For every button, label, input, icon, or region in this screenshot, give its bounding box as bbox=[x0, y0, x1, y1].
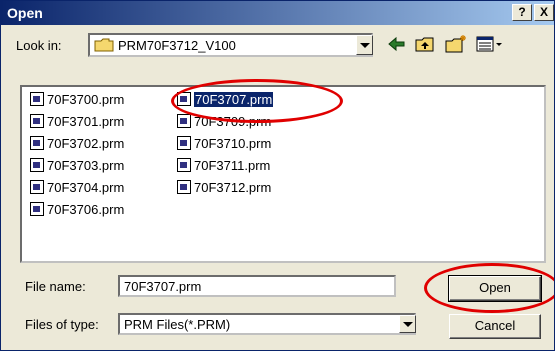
file-item[interactable]: 70F3711.prm bbox=[177, 157, 270, 175]
file-item[interactable]: 70F3706.prm bbox=[30, 201, 124, 219]
annotation-circle-open-button bbox=[424, 263, 554, 313]
filetype-combo[interactable]: PRM Files(*.PRM) bbox=[118, 313, 416, 335]
view-menu-icon[interactable] bbox=[475, 34, 503, 54]
file-item[interactable]: 70F3710.prm bbox=[177, 135, 271, 153]
filetype-dropdown-button[interactable] bbox=[399, 315, 416, 333]
file-item[interactable]: 70F3703.prm bbox=[30, 157, 124, 175]
prm-file-icon bbox=[177, 180, 191, 194]
prm-file-icon bbox=[177, 158, 191, 172]
prm-file-icon bbox=[30, 136, 44, 150]
file-item[interactable]: 70F3700.prm bbox=[30, 91, 124, 109]
prm-file-icon bbox=[177, 136, 191, 150]
help-button[interactable]: ? bbox=[512, 4, 532, 21]
file-item[interactable]: 70F3704.prm bbox=[30, 179, 124, 197]
prm-file-icon bbox=[30, 180, 44, 194]
up-folder-icon[interactable] bbox=[414, 34, 436, 54]
folder-icon bbox=[94, 38, 114, 52]
close-button[interactable]: X bbox=[534, 4, 554, 21]
lookin-dropdown-button[interactable] bbox=[356, 35, 373, 55]
file-item[interactable]: 70F3702.prm bbox=[30, 135, 124, 153]
file-item[interactable]: 70F3701.prm bbox=[30, 113, 124, 131]
filetype-label: Files of type: bbox=[25, 317, 99, 332]
lookin-label: Look in: bbox=[16, 38, 62, 53]
title-bar[interactable]: Open ? X bbox=[1, 1, 554, 25]
annotation-circle-selected-file bbox=[171, 79, 343, 123]
filename-label: File name: bbox=[25, 279, 86, 294]
prm-file-icon bbox=[30, 202, 44, 216]
open-dialog: Open ? X Look in: PRM70F3712_V100 70F370… bbox=[0, 0, 555, 351]
filetype-value: PRM Files(*.PRM) bbox=[124, 317, 231, 332]
lookin-value: PRM70F3712_V100 bbox=[118, 38, 236, 53]
file-item[interactable]: 70F3712.prm bbox=[177, 179, 271, 197]
back-arrow-icon[interactable] bbox=[386, 34, 408, 54]
chevron-down-icon bbox=[403, 322, 413, 327]
cancel-button[interactable]: Cancel bbox=[449, 314, 541, 339]
prm-file-icon bbox=[30, 92, 44, 106]
chevron-down-icon bbox=[360, 43, 370, 48]
new-folder-icon[interactable] bbox=[444, 34, 468, 54]
prm-file-icon bbox=[177, 114, 191, 128]
lookin-combo[interactable]: PRM70F3712_V100 bbox=[88, 33, 373, 57]
window-title: Open bbox=[7, 5, 43, 21]
prm-file-icon bbox=[30, 158, 44, 172]
filename-input[interactable]: 70F3707.prm bbox=[118, 275, 396, 297]
prm-file-icon bbox=[30, 114, 44, 128]
